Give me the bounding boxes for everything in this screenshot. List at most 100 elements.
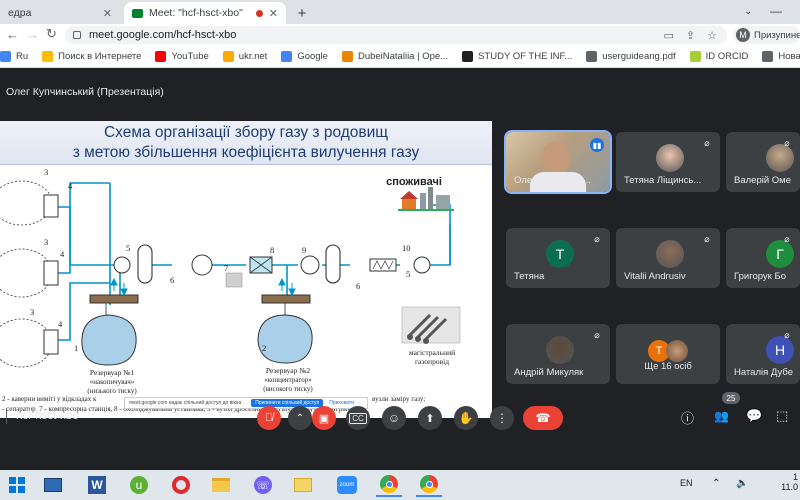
bookmark-item[interactable]: userguideang.pdf (586, 51, 676, 62)
address-bar[interactable]: meet.google.com/hcf-hsct-xbo ▭ ⇪ ☆ (65, 26, 727, 44)
forward-icon[interactable]: → (26, 27, 39, 42)
bookmark-item[interactable]: ID ORCID (689, 51, 748, 62)
reservoir-2-sub: «концентратор» (264, 376, 312, 384)
bookmark-item[interactable]: DubeiNataliia | Ope... (341, 51, 448, 62)
zoom-icon[interactable]: zoom (334, 473, 360, 497)
participant-name: Валерій Оме (734, 175, 791, 186)
browser-toolbar: ← → ↻ meet.google.com/hcf-hsct-xbo ▭ ⇪ ☆… (0, 24, 800, 46)
windows-start-icon[interactable] (4, 473, 30, 497)
participant-tile[interactable]: Г ⌀ Григорук Бо (726, 228, 800, 288)
phone-end-icon: ☎ (535, 411, 551, 425)
participant-tile[interactable]: ⌀ Тетяна Ліщинсь... (616, 132, 720, 192)
meeting-details-icon[interactable]: ⓘ (681, 408, 694, 427)
lock-icon (73, 31, 81, 39)
bookmark-label: YouTube (171, 51, 209, 62)
meeting-code: hcf-hsct-xbo (16, 410, 79, 422)
share-icon[interactable]: ⇪ (686, 29, 695, 42)
participant-tile[interactable]: ▮▮ Олег Купчинськ... (504, 130, 612, 194)
raise-hand-button[interactable]: ✋ (454, 406, 478, 430)
folder-icon[interactable] (290, 473, 316, 497)
chrome-window-icon[interactable] (416, 473, 442, 497)
activities-icon[interactable]: ⬚ (776, 408, 788, 424)
mic-off-icon: ⌀ (784, 330, 790, 340)
file-manager-icon[interactable] (40, 473, 66, 497)
diagram-number: 2 (262, 343, 266, 353)
bookmark-item[interactable]: YouTube (155, 51, 209, 62)
captions-button[interactable]: CC (346, 406, 370, 430)
chrome-window-icon[interactable] (376, 473, 402, 497)
more-vert-icon: ⋮ (496, 411, 508, 425)
reservoir-1-sub: (низького тиску) (87, 387, 137, 395)
tab-search-icon[interactable]: ⌄ (744, 6, 756, 18)
language-indicator[interactable]: EN (680, 478, 693, 488)
mic-off-icon: ⌀ (594, 234, 600, 244)
bookmark-favicon-icon (281, 51, 293, 62)
bookmark-item[interactable]: Нова вкладка (762, 51, 800, 62)
present-button[interactable]: ⬆ (418, 406, 442, 430)
bookmark-item[interactable]: Google (281, 51, 328, 62)
participant-tile[interactable]: ⌀ Андрій Микуляк (506, 324, 610, 384)
back-icon[interactable]: ← (6, 27, 19, 42)
avatar (656, 240, 684, 268)
mic-off-icon: 🎙̸ (264, 412, 274, 424)
mic-off-icon: ⌀ (704, 138, 710, 148)
reactions-button[interactable]: ☺ (382, 406, 406, 430)
participant-name: Наталія Дубе (734, 367, 794, 378)
avatar: M (736, 28, 750, 42)
camera-toggle-button[interactable]: ▣ (312, 406, 336, 430)
bookmark-item[interactable]: Поиск в Интернете (42, 51, 141, 62)
tab-label: Meet: "hcf-hsct-xbo" (149, 7, 243, 19)
diagram-number: 3 (44, 167, 48, 177)
bookmark-item[interactable]: ukr.net (222, 51, 267, 62)
camera-permission-icon[interactable]: ▭ (664, 29, 674, 42)
diagram-number: 3 (30, 307, 34, 317)
tab-background[interactable] (320, 2, 480, 24)
participant-name: Андрій Микуляк (514, 367, 584, 378)
participant-tile[interactable]: Н ⌀ Наталія Дубе (726, 324, 800, 384)
mic-toggle-button[interactable]: 🎙̸ (257, 406, 281, 430)
reservoir-2-title: Резервуар №2 (266, 366, 311, 375)
opera-icon[interactable] (168, 473, 194, 497)
present-screen-icon: ⬆ (425, 412, 435, 425)
avatar (666, 340, 688, 362)
bookmark-favicon-icon (586, 51, 598, 62)
bookmark-favicon-icon (689, 51, 701, 62)
browser-tab-strip: едра ✕ Meet: "hcf-hsct-xbo" ✕ + ⌄ — (0, 0, 800, 24)
diagram-number: 1 (74, 343, 78, 353)
bookmark-star-icon[interactable]: ☆ (707, 29, 717, 42)
presenter-label: Олег Купчинський (Презентація) (6, 86, 164, 98)
people-icon[interactable]: 👥 (714, 409, 729, 423)
participant-tile[interactable]: ⌀ Валерій Оме (726, 132, 800, 192)
reservoir-2-sub: (високого тиску) (263, 385, 313, 393)
tab-meet[interactable]: Meet: "hcf-hsct-xbo" ✕ (124, 2, 286, 24)
bookmark-item[interactable]: STUDY OF THE INF... (462, 51, 572, 62)
utorrent-icon[interactable]: u (126, 473, 152, 497)
volume-icon[interactable]: 🔈 (736, 478, 748, 489)
more-mic-options-button[interactable]: ⌃ (288, 406, 312, 430)
close-icon[interactable]: ✕ (269, 7, 278, 20)
chat-icon[interactable]: 💬 (746, 408, 762, 424)
profile-button[interactable]: M Призупине (733, 26, 800, 44)
close-icon[interactable]: ✕ (103, 7, 112, 20)
tab-previous[interactable]: едра ✕ (0, 2, 120, 24)
reload-icon[interactable]: ↻ (46, 26, 57, 42)
viber-icon[interactable]: ☏ (250, 473, 276, 497)
tray-arrow-icon[interactable]: ⌃ (712, 478, 720, 489)
word-icon[interactable]: W (84, 473, 110, 497)
bookmark-item[interactable]: Ru (0, 51, 28, 62)
diagram-number: 6 (356, 281, 360, 291)
diagram-number: 5 (406, 269, 410, 279)
bookmark-label: userguideang.pdf (602, 51, 676, 62)
bookmark-favicon-icon (155, 51, 167, 62)
more-options-button[interactable]: ⋮ (490, 406, 514, 430)
minimize-icon[interactable]: — (770, 4, 782, 18)
participant-name: Григорук Бо (734, 271, 786, 282)
participant-tile[interactable]: Т ⌀ Тетяна (506, 228, 610, 288)
file-explorer-icon[interactable] (208, 473, 234, 497)
clock[interactable]: 1 11.0 (770, 472, 798, 492)
leave-call-button[interactable]: ☎ (523, 406, 563, 430)
participant-name: Ще 16 осіб (644, 361, 692, 372)
participant-tile[interactable]: Т Ще 16 осіб (616, 324, 720, 384)
participant-tile[interactable]: ⌀ Vitalii Andrusiv (616, 228, 720, 288)
new-tab-button[interactable]: + (292, 3, 312, 23)
